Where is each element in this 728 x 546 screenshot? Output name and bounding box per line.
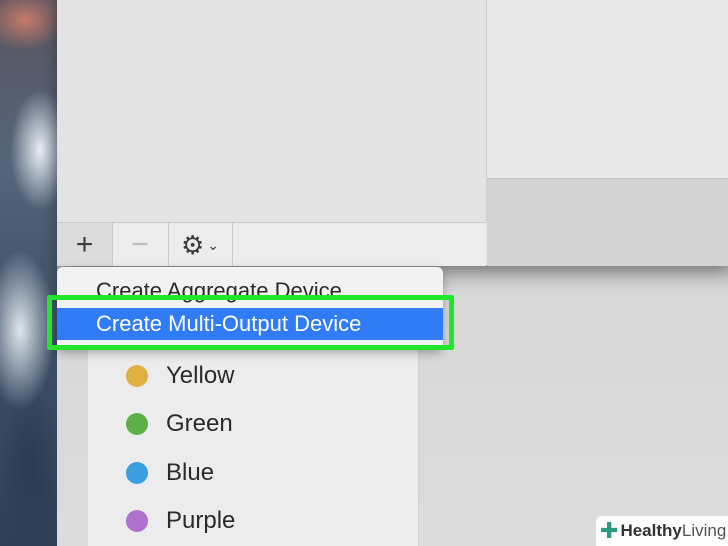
device-list[interactable] [57, 0, 487, 222]
tag-blue[interactable]: Blue [126, 455, 214, 491]
watermark-text-part1: Healthy [620, 521, 682, 540]
blue-dot-icon [126, 462, 148, 484]
tag-label: Yellow [166, 362, 235, 389]
gear-icon: ⚙ [180, 229, 205, 260]
device-detail-pane [487, 0, 728, 178]
tag-label: Green [166, 410, 233, 437]
plus-icon: + [75, 227, 94, 261]
healthy-living-logo-icon: ✚ [600, 518, 619, 543]
watermark: ✚ Healthy Living [596, 516, 728, 546]
chevron-down-icon: ⌄ [207, 237, 220, 253]
add-device-button[interactable]: + [57, 223, 113, 266]
device-detail-footer [487, 178, 728, 266]
device-toolbar: + − ⚙ ⌄ [57, 222, 486, 266]
audio-midi-window: + − ⚙ ⌄ [57, 0, 728, 266]
tag-green[interactable]: Green [126, 406, 233, 442]
tag-yellow[interactable]: Yellow [126, 358, 235, 394]
remove-device-button[interactable]: − [112, 223, 169, 266]
tag-purple[interactable]: Purple [126, 503, 235, 539]
watermark-text-part2: Living [681, 521, 727, 540]
action-menu-button[interactable]: ⚙ ⌄ [168, 223, 233, 266]
yellow-dot-icon [126, 365, 148, 387]
tags-panel: Yellow Green Blue Purple [88, 345, 419, 546]
purple-dot-icon [126, 510, 148, 532]
green-dot-icon [126, 413, 148, 435]
tag-label: Purple [166, 507, 236, 534]
tag-label: Blue [166, 459, 215, 486]
minus-icon: − [131, 227, 149, 261]
annotation-highlight-box [47, 295, 454, 350]
